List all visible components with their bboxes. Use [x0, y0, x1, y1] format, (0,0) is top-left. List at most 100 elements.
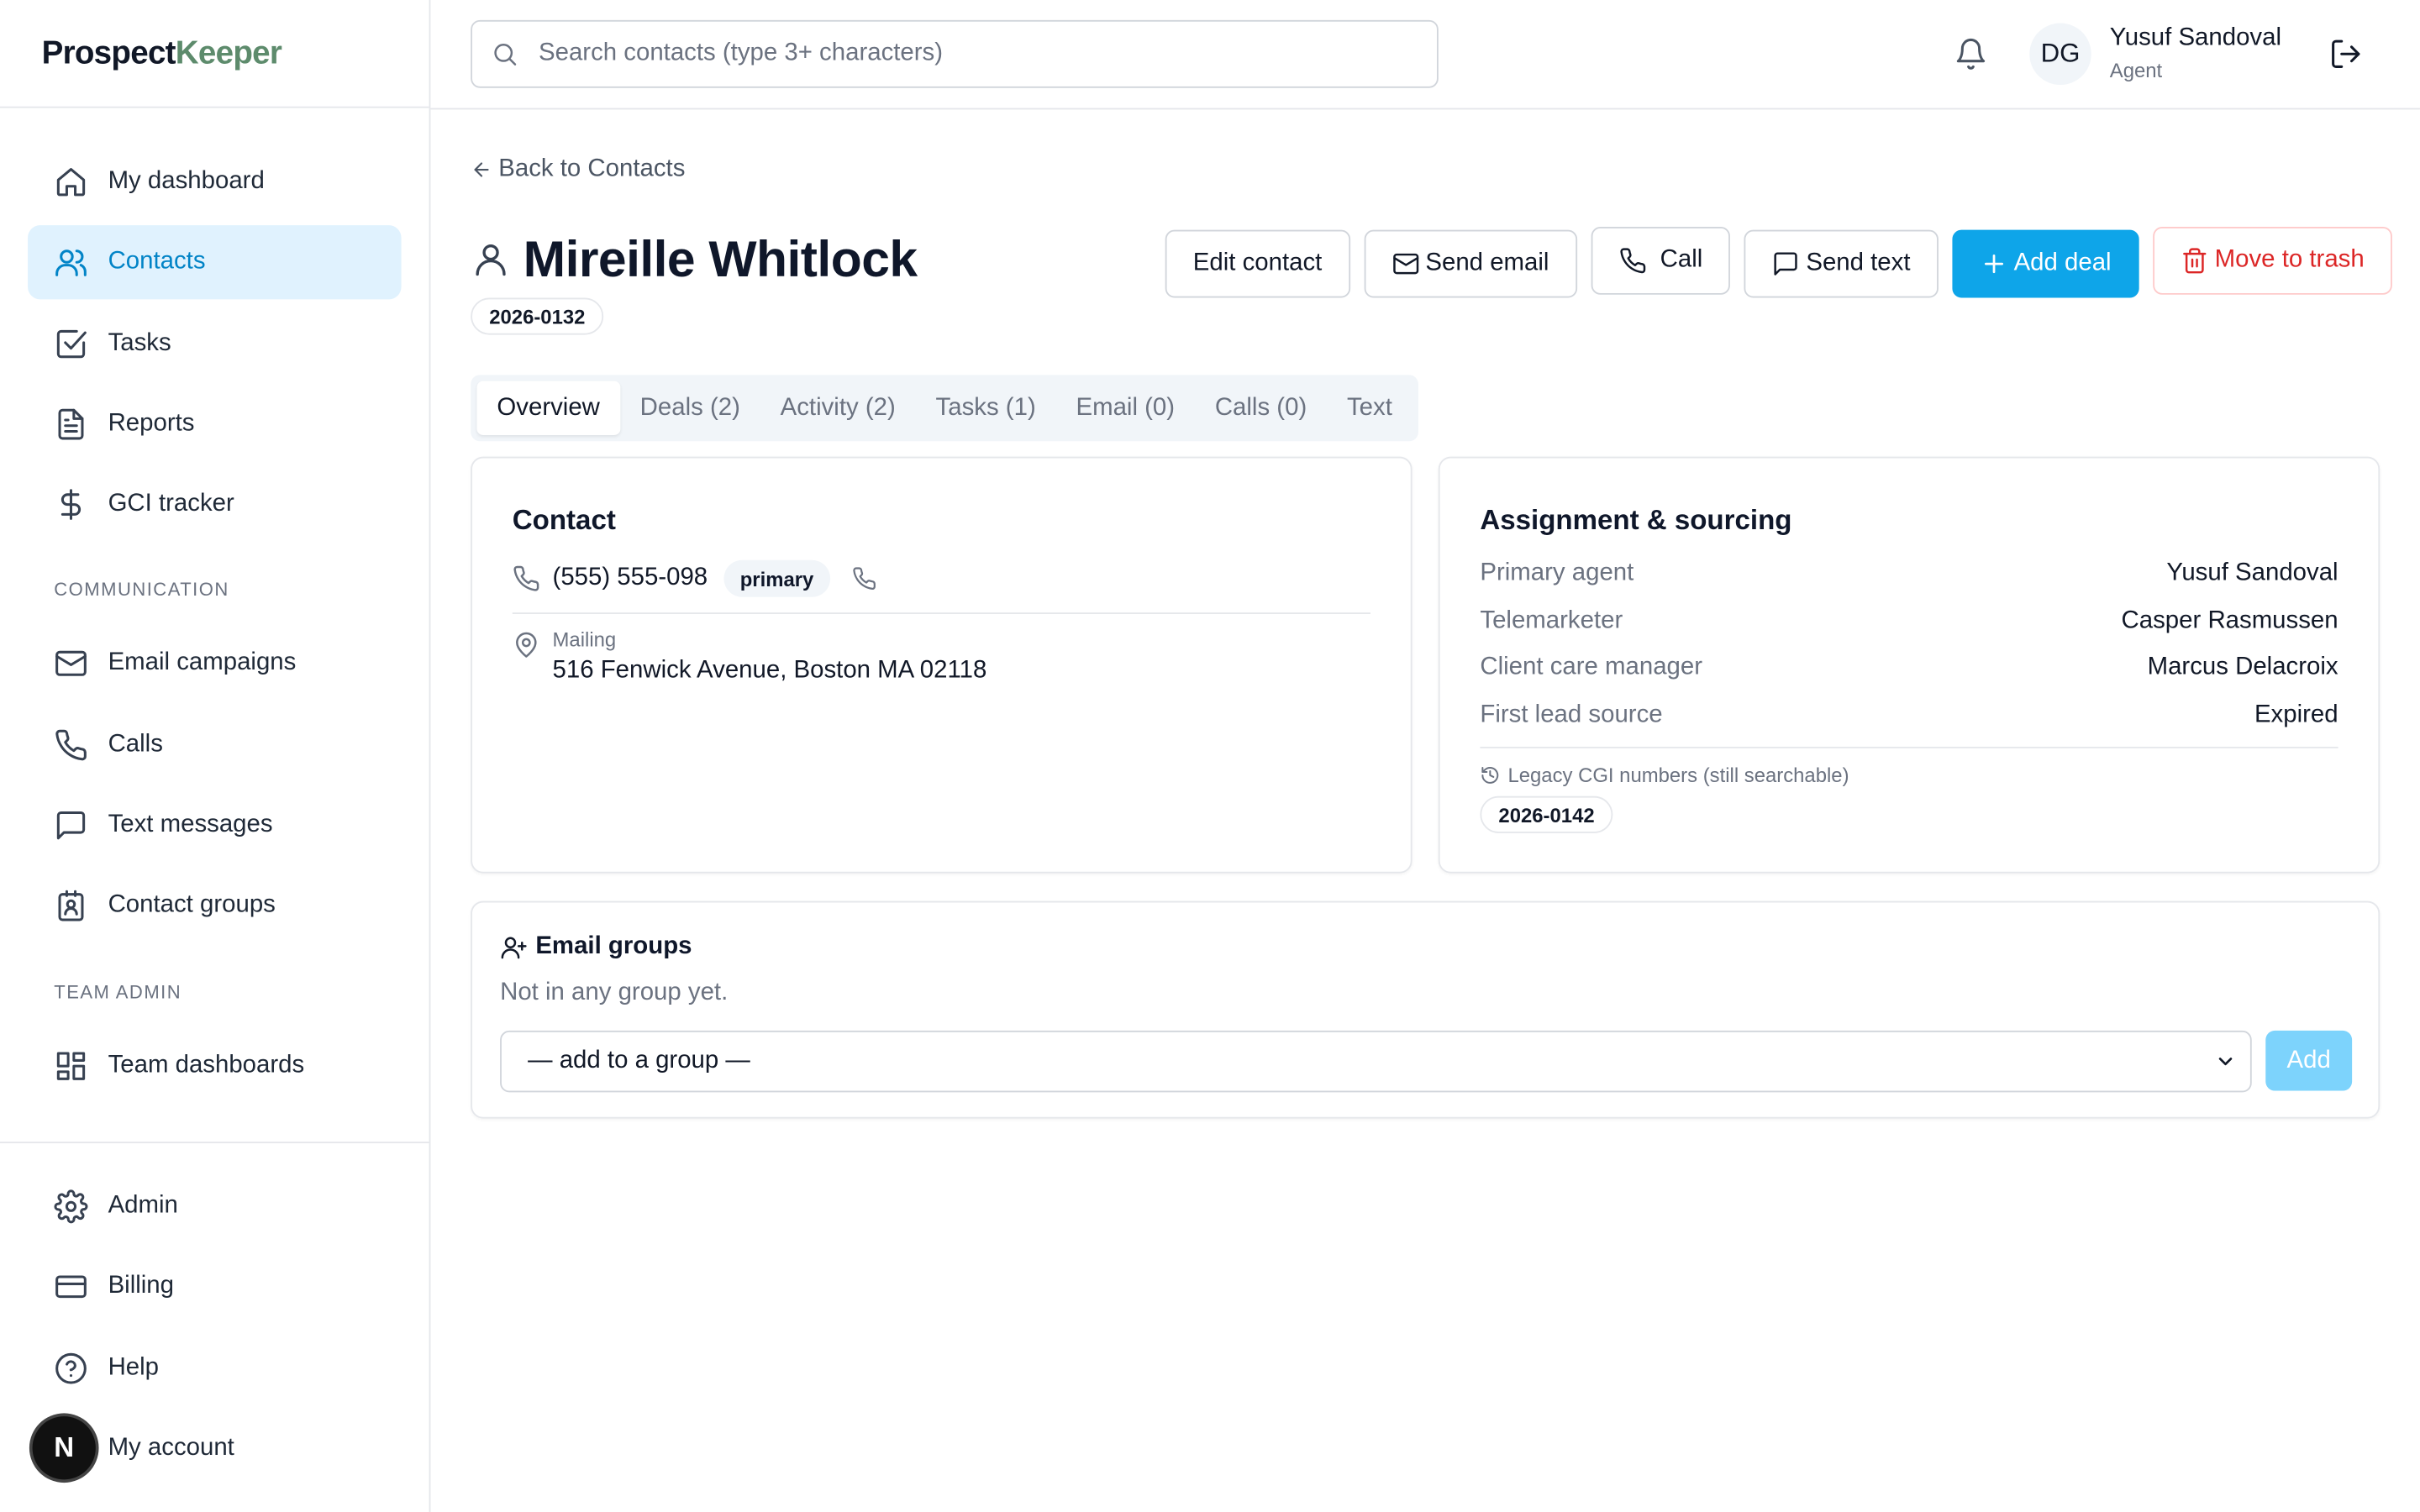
- main-nav: My dashboard Contacts Tasks Reports GCI …: [0, 108, 429, 1103]
- logout-icon[interactable]: [2329, 37, 2363, 71]
- sidebar-item-calls[interactable]: Calls: [28, 708, 401, 782]
- nav-section-team-admin: TEAM ADMIN: [54, 980, 182, 1003]
- sidebar-item-label: Team dashboards: [108, 1052, 305, 1079]
- plus-icon: [1980, 250, 2007, 278]
- edit-contact-button[interactable]: Edit contact: [1165, 229, 1350, 298]
- sidebar-item-contact-groups[interactable]: Contact groups: [28, 869, 401, 943]
- legacy-number-badge: 2026-0142: [1480, 795, 1613, 833]
- call-phone-icon[interactable]: [852, 566, 876, 591]
- sidebar-item-label: My account: [108, 1434, 234, 1462]
- nav-section-communication: COMMUNICATION: [54, 579, 229, 601]
- button-label: Move to trash: [2214, 246, 2365, 274]
- add-to-group-button[interactable]: Add: [2265, 1030, 2353, 1091]
- message-icon: [54, 809, 87, 843]
- email-groups-title: Email groups: [500, 933, 692, 961]
- sidebar-item-text-messages[interactable]: Text messages: [28, 789, 401, 863]
- phone-icon: [54, 728, 87, 762]
- page-title: Mireille Whitlock: [523, 229, 918, 287]
- sidebar-item-label: Admin: [108, 1192, 178, 1219]
- address-value: 516 Fenwick Avenue, Boston MA 02118: [552, 657, 987, 684]
- assignment-row: First lead source Expired: [1480, 692, 2338, 739]
- card-title: Contact: [512, 504, 616, 536]
- logo-area: ProspectKeeper: [0, 0, 429, 108]
- contact-card-icon: [54, 890, 87, 923]
- sidebar-item-label: Billing: [108, 1273, 174, 1300]
- search-box[interactable]: [471, 19, 1439, 88]
- call-button[interactable]: Call: [1591, 226, 1731, 295]
- sidebar-item-billing[interactable]: Billing: [28, 1250, 401, 1324]
- tab-email[interactable]: Email (0): [1056, 381, 1195, 435]
- button-label: Send email: [1425, 249, 1549, 276]
- group-select-value: — add to a group —: [528, 1047, 750, 1074]
- assignment-key: Primary agent: [1480, 560, 1634, 587]
- search-icon: [491, 40, 518, 68]
- assignment-value: Yusuf Sandoval: [2166, 560, 2338, 587]
- sidebar-item-label: Help: [108, 1353, 160, 1381]
- sidebar-item-gci-tracker[interactable]: GCI tracker: [28, 468, 401, 542]
- dev-badge[interactable]: N: [32, 1416, 96, 1480]
- grid-icon: [54, 1048, 87, 1082]
- file-text-icon: [54, 407, 87, 441]
- card-title: Email groups: [535, 933, 692, 960]
- send-text-button[interactable]: Send text: [1744, 229, 1939, 298]
- mail-icon: [1392, 250, 1419, 278]
- card-title: Assignment & sourcing: [1480, 504, 1792, 536]
- divider: [1480, 746, 2338, 748]
- tab-activity[interactable]: Activity (2): [760, 381, 916, 435]
- trash-icon: [2181, 247, 2208, 275]
- gear-icon: [54, 1189, 88, 1224]
- phone-number[interactable]: (555) 555-098: [553, 564, 708, 592]
- assignment-row: Telemarketer Casper Rasmussen: [1480, 598, 2338, 645]
- top-header: DG Yusuf Sandoval Agent: [430, 0, 2420, 110]
- button-label: Send text: [1806, 249, 1911, 276]
- chevron-down-icon: [2215, 1051, 2237, 1073]
- add-deal-button[interactable]: Add deal: [1952, 229, 2139, 298]
- help-circle-icon: [54, 1351, 87, 1384]
- sidebar-item-label: Calls: [108, 731, 163, 758]
- sidebar-item-label: Contact groups: [108, 892, 276, 919]
- tab-text[interactable]: Text: [1327, 381, 1413, 435]
- assignment-key: First lead source: [1480, 701, 1663, 728]
- send-email-button[interactable]: Send email: [1363, 229, 1577, 298]
- search-input[interactable]: [539, 39, 1403, 68]
- home-icon: [54, 165, 87, 199]
- credit-card-icon: [54, 1270, 87, 1304]
- sidebar-item-contacts[interactable]: Contacts: [28, 225, 402, 300]
- sidebar-item-dashboard[interactable]: My dashboard: [28, 145, 401, 219]
- brand-part1: Prospect: [41, 34, 176, 71]
- sidebar-item-tasks[interactable]: Tasks: [28, 307, 401, 381]
- history-icon: [1480, 765, 1500, 785]
- tab-calls[interactable]: Calls (0): [1195, 381, 1327, 435]
- contact-title-row: Mireille Whitlock: [471, 229, 918, 289]
- user-icon: [471, 239, 511, 280]
- tab-deals[interactable]: Deals (2): [620, 381, 760, 435]
- mail-icon: [54, 647, 87, 680]
- legacy-numbers-label: Legacy CGI numbers (still searchable): [1480, 764, 1849, 787]
- back-link[interactable]: Back to Contacts: [471, 156, 685, 184]
- assignment-key: Client care manager: [1480, 654, 1703, 681]
- bell-icon[interactable]: [1954, 37, 1987, 71]
- sidebar-item-email-campaigns[interactable]: Email campaigns: [28, 627, 401, 701]
- button-label: Call: [1660, 246, 1703, 274]
- check-square-icon: [54, 327, 87, 360]
- sidebar-item-label: Reports: [108, 410, 195, 437]
- sidebar-item-label: Tasks: [108, 329, 171, 356]
- phone-icon: [513, 564, 540, 592]
- address-row: Mailing 516 Fenwick Avenue, Boston MA 02…: [513, 627, 987, 685]
- contact-id-badge: 2026-0132: [471, 297, 604, 335]
- back-link-label: Back to Contacts: [498, 155, 686, 182]
- tab-overview[interactable]: Overview: [476, 381, 620, 435]
- avatar[interactable]: DG: [2029, 23, 2091, 86]
- sidebar-item-label: Email campaigns: [108, 650, 297, 677]
- sidebar-item-reports[interactable]: Reports: [28, 387, 401, 461]
- address-label: Mailing: [552, 627, 617, 652]
- sidebar-item-team-dashboards[interactable]: Team dashboards: [28, 1028, 401, 1102]
- tab-tasks[interactable]: Tasks (1): [916, 381, 1056, 435]
- brand-logo[interactable]: ProspectKeeper: [42, 34, 282, 71]
- group-select[interactable]: — add to a group —: [500, 1030, 2252, 1093]
- sidebar-item-help[interactable]: Help: [28, 1331, 401, 1404]
- sidebar-item-admin[interactable]: Admin: [28, 1169, 401, 1243]
- move-to-trash-button[interactable]: Move to trash: [2153, 226, 2392, 295]
- button-label: Edit contact: [1192, 249, 1323, 276]
- assignment-card: Assignment & sourcing Primary agent Yusu…: [1438, 456, 2381, 874]
